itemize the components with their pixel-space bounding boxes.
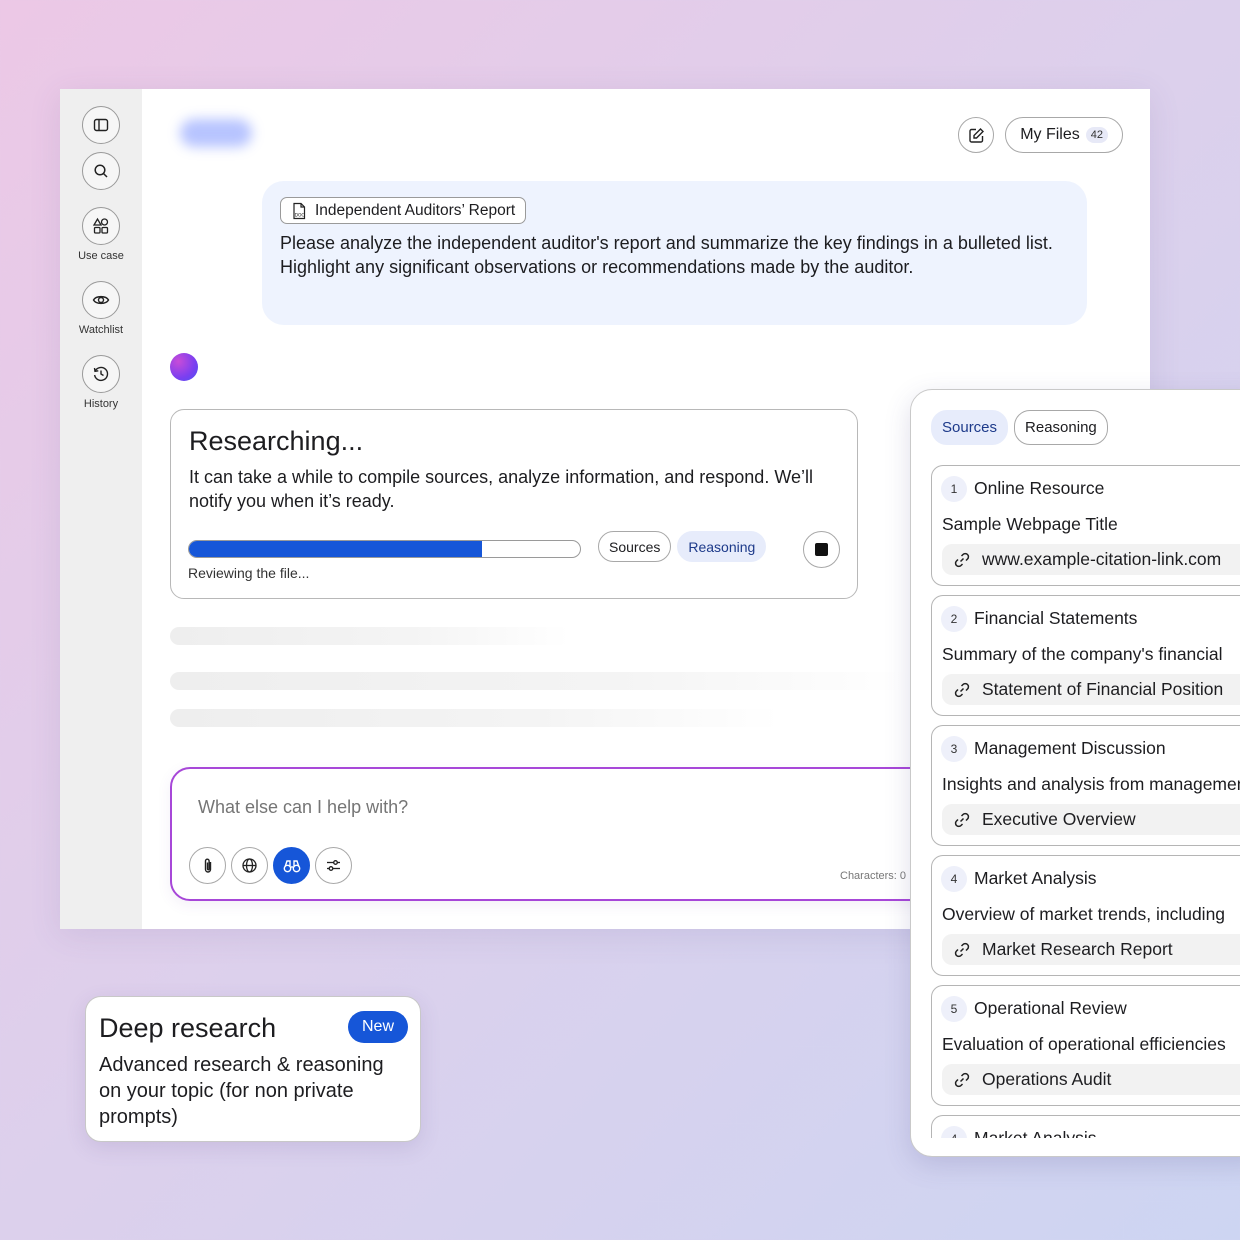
attach-button[interactable] [189, 847, 226, 884]
brand-logo [180, 119, 252, 147]
source-card[interactable]: 1 Online Resource Sample Webpage Title w… [931, 465, 1240, 586]
source-number: 3 [941, 736, 967, 762]
source-number: 5 [941, 996, 967, 1022]
research-status-card: Researching... It can take a while to co… [170, 409, 858, 599]
stop-icon [815, 543, 828, 556]
source-link[interactable]: Operations Audit [942, 1064, 1240, 1095]
link-icon [954, 812, 970, 827]
source-title: Market Analysis [974, 868, 1097, 888]
tab-reasoning[interactable]: Reasoning [677, 531, 767, 562]
research-description: It can take a while to compile sources, … [189, 467, 813, 511]
source-number: 1 [941, 476, 967, 502]
source-description: Sample Webpage Title [942, 514, 1118, 534]
source-link[interactable]: Executive Overview [942, 804, 1240, 835]
link-icon [954, 942, 970, 957]
user-message-text: Please analyze the independent auditor's… [280, 232, 1053, 277]
progress-status-text: Reviewing the file... [188, 565, 310, 581]
sidebar-item-label: Use case [78, 250, 124, 262]
source-card[interactable]: 2 Financial Statements Summary of the co… [931, 595, 1240, 716]
source-title: Management Discussion [974, 738, 1166, 758]
shapes-icon [82, 207, 120, 245]
paperclip-icon [204, 858, 211, 873]
history-icon [82, 355, 120, 393]
my-files-button[interactable]: My Files 42 [1005, 117, 1123, 153]
loading-skeleton-line [170, 709, 780, 727]
tab-sources[interactable]: Sources [598, 531, 672, 562]
tab-sources[interactable]: Sources [931, 410, 1009, 445]
tab-reasoning[interactable]: Reasoning [1014, 410, 1108, 445]
source-number: 2 [941, 606, 967, 632]
link-icon [954, 552, 970, 567]
source-number: 4 [941, 1126, 967, 1138]
settings-button[interactable] [315, 847, 352, 884]
sidebar-item-history[interactable]: History [60, 355, 142, 410]
source-description: Summary of the company's financial [942, 644, 1223, 664]
source-description: Overview of market trends, including [942, 904, 1226, 924]
sidebar-toggle-icon[interactable] [82, 106, 120, 144]
web-search-button[interactable] [231, 847, 268, 884]
sidebar-item-search[interactable] [60, 152, 142, 190]
loading-skeleton-line [170, 672, 910, 690]
source-link-label: Executive Overview [982, 809, 1136, 829]
doc-icon: DOC [293, 202, 306, 219]
svg-text:DOC: DOC [295, 212, 305, 218]
link-icon [954, 1072, 970, 1087]
files-count-badge: 42 [1085, 127, 1108, 143]
source-link-label: Statement of Financial Position [982, 679, 1224, 699]
header-actions: My Files 42 [958, 117, 1123, 153]
source-title: Market Analysis [974, 1128, 1097, 1138]
edit-button[interactable] [958, 117, 995, 153]
user-message: DOC Independent Auditors’ Report Please … [262, 181, 1087, 325]
research-title: Researching... [189, 426, 364, 456]
progress-bar [188, 540, 581, 558]
eye-icon [82, 281, 120, 319]
source-card[interactable]: 3 Management Discussion Insights and ana… [931, 725, 1240, 846]
deep-research-button[interactable] [273, 847, 310, 884]
source-title: Online Resource [974, 478, 1105, 498]
character-count: Characters: 0 [840, 870, 907, 882]
source-link[interactable]: Statement of Financial Position [942, 674, 1240, 705]
loading-skeleton-line [170, 627, 570, 645]
sidebar-item-use-case[interactable]: Use case [60, 207, 142, 262]
sidebar-item-watchlist[interactable]: Watchlist [60, 281, 142, 336]
stop-button[interactable] [803, 531, 840, 568]
source-number: 4 [941, 866, 967, 892]
source-card[interactable]: 5 Operational Review Evaluation of opera… [931, 985, 1240, 1106]
sidebar-item-label: History [83, 398, 119, 410]
new-badge: New [347, 1011, 408, 1043]
chat-input[interactable] [198, 797, 798, 818]
attachment-chip[interactable]: DOC Independent Auditors’ Report [280, 197, 527, 224]
sidebar-item-label: Watchlist [78, 324, 124, 336]
panel-tabs: Sources Reasoning [931, 410, 1108, 445]
sliders-icon [327, 860, 340, 871]
sources-panel: Sources Reasoning 1 Online Resource Samp… [910, 389, 1240, 1157]
sidebar: Use case Watchlist History [60, 89, 142, 929]
progress-fill [189, 541, 483, 557]
source-title: Financial Statements [974, 608, 1138, 628]
edit-icon [968, 127, 984, 143]
source-card[interactable]: 4 Market Analysis [931, 1115, 1240, 1138]
source-list: 1 Online Resource Sample Webpage Title w… [931, 465, 1240, 1138]
sidebar-item-toggle[interactable] [60, 106, 142, 144]
link-icon [954, 682, 970, 697]
source-link[interactable]: Market Research Report [942, 934, 1240, 965]
attachment-label: Independent Auditors’ Report [315, 201, 516, 219]
composer-tools [189, 847, 352, 884]
source-description: Evaluation of operational efficiencies [942, 1034, 1226, 1054]
source-link-label: Operations Audit [982, 1069, 1112, 1089]
source-title: Operational Review [974, 998, 1127, 1018]
source-link-label: Market Research Report [982, 939, 1173, 959]
search-icon[interactable] [82, 152, 120, 190]
my-files-label: My Files [1020, 126, 1080, 143]
source-link-label: www.example-citation-link.com [982, 549, 1222, 569]
assistant-avatar [170, 353, 198, 381]
globe-icon [242, 858, 257, 873]
source-card[interactable]: 4 Market Analysis Overview of market tre… [931, 855, 1240, 976]
source-description: Insights and analysis from management [942, 774, 1240, 794]
deep-research-description: Advanced research & reasoning on your to… [99, 1054, 384, 1128]
research-tabs: Sources Reasoning [598, 531, 767, 562]
deep-research-card[interactable]: Deep research New Advanced research & re… [85, 996, 421, 1142]
binoculars-icon [283, 859, 300, 872]
source-link[interactable]: www.example-citation-link.com [942, 544, 1240, 575]
